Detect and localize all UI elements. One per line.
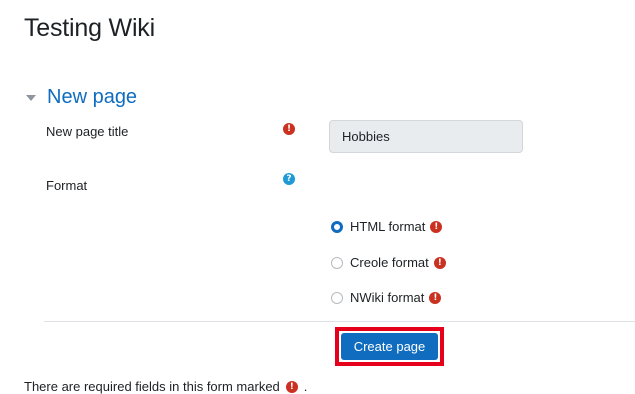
new-page-title-label: New page title: [46, 124, 129, 139]
new-page-title-input[interactable]: Hobbies: [329, 120, 523, 153]
radio-button-checked[interactable]: [331, 220, 343, 233]
radio-label[interactable]: NWiki format: [350, 290, 424, 305]
required-icon: [433, 256, 446, 269]
required-icon: [430, 220, 443, 233]
form-divider: [44, 321, 635, 322]
required-icon: [285, 380, 298, 393]
radio-button[interactable]: [331, 291, 343, 304]
section-header-new-page[interactable]: New page: [26, 86, 137, 109]
radio-nwiki-format[interactable]: NWiki format: [331, 290, 442, 305]
required-note-suffix: .: [303, 379, 308, 394]
required-icon: [429, 291, 442, 304]
section-title: New page: [47, 86, 138, 108]
required-note-text: There are required fields in this form m…: [24, 379, 280, 394]
help-icon[interactable]: [283, 173, 295, 185]
caret-down-icon: [26, 95, 36, 101]
radio-html-format[interactable]: HTML format: [331, 219, 443, 234]
radio-button[interactable]: [331, 256, 343, 269]
create-page-button[interactable]: Create page: [341, 333, 438, 360]
radio-creole-format[interactable]: Creole format: [331, 255, 446, 270]
page-title: Testing Wiki: [24, 14, 155, 42]
format-label: Format: [46, 178, 88, 193]
required-fields-note: There are required fields in this form m…: [24, 379, 307, 394]
radio-label[interactable]: Creole format: [350, 255, 429, 270]
required-icon: [283, 123, 295, 135]
radio-label[interactable]: HTML format: [350, 219, 425, 234]
